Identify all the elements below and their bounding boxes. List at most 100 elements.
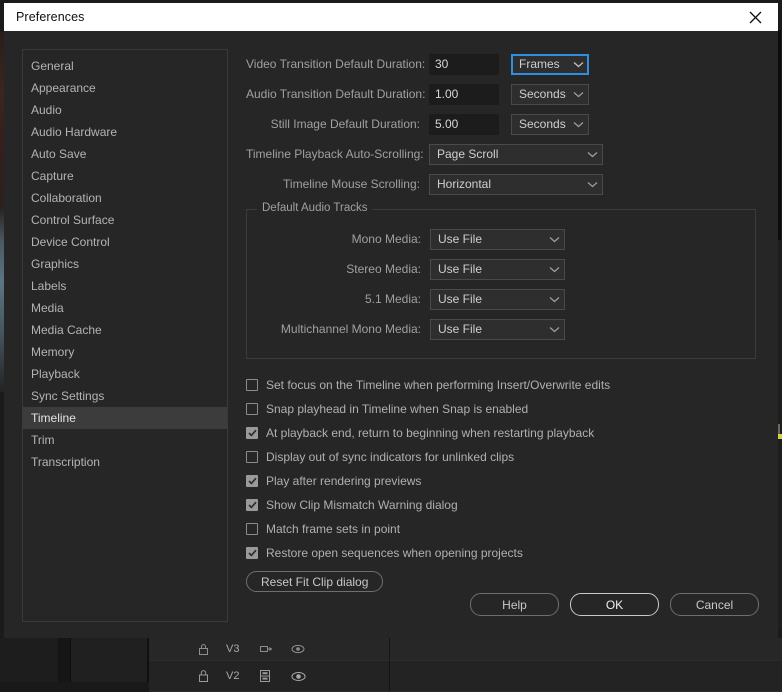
checkbox-row-snap-playhead[interactable]: Snap playhead in Timeline when Snap is e…: [246, 397, 760, 421]
audio-transition-duration-input[interactable]: [429, 83, 499, 105]
still-image-duration-unit-select[interactable]: Seconds: [511, 113, 589, 135]
stereo-media-value: Use File: [438, 262, 483, 276]
checkbox-label: At playback end, return to beginning whe…: [266, 426, 595, 440]
chevron-down-icon: [544, 266, 564, 273]
dialog-titlebar: Preferences: [4, 3, 778, 31]
sidebar-item-timeline[interactable]: Timeline: [23, 407, 227, 429]
timeline-mouse-scrolling-label: Timeline Mouse Scrolling:: [283, 177, 420, 191]
track-name-label: V2: [226, 670, 240, 682]
surround-media-select[interactable]: Use File: [430, 288, 565, 310]
checkbox-icon[interactable]: [246, 379, 258, 391]
checkbox-row-set-focus-timeline[interactable]: Set focus on the Timeline when performin…: [246, 373, 760, 397]
eye-icon[interactable]: [291, 644, 305, 654]
timeline-column-divider: [389, 661, 390, 691]
timeline-tools-column: [71, 638, 149, 682]
sidebar-item-capture[interactable]: Capture: [23, 165, 227, 187]
timeline-playback-autoscroll-label: Timeline Playback Auto-Scrolling:: [246, 147, 424, 161]
sidebar-item-media-cache[interactable]: Media Cache: [23, 319, 227, 341]
timeline-left-column: [0, 638, 59, 682]
video-transition-duration-input[interactable]: [429, 53, 499, 75]
timeline-mouse-scrolling-select[interactable]: Horizontal: [429, 173, 603, 195]
lock-icon[interactable]: [199, 670, 208, 682]
sidebar-item-collaboration[interactable]: Collaboration: [23, 187, 227, 209]
chevron-down-icon: [544, 326, 564, 333]
sync-lock-icon[interactable]: [260, 644, 273, 655]
sidebar-item-transcription[interactable]: Transcription: [23, 451, 227, 473]
close-button[interactable]: [732, 3, 778, 31]
mono-media-value: Use File: [438, 232, 483, 246]
timeline-track-area: V3 V2: [149, 638, 782, 692]
multichannel-mono-media-select[interactable]: Use File: [430, 318, 565, 340]
stereo-media-select[interactable]: Use File: [430, 258, 565, 280]
sync-lock-icon[interactable]: [260, 670, 273, 682]
sidebar-item-device-control[interactable]: Device Control: [23, 231, 227, 253]
default-audio-tracks-legend: Default Audio Tracks: [257, 202, 373, 214]
sidebar-item-graphics[interactable]: Graphics: [23, 253, 227, 275]
checkbox-row-playback-end-return[interactable]: At playback end, return to beginning whe…: [246, 421, 760, 445]
checkbox-icon[interactable]: [246, 523, 258, 535]
sidebar-item-appearance[interactable]: Appearance: [23, 77, 227, 99]
sidebar-item-media[interactable]: Media: [23, 297, 227, 319]
surround-media-label: 5.1 Media:: [364, 292, 421, 306]
preferences-dialog: Preferences General Appearance Audio Aud…: [4, 3, 778, 638]
sidebar-item-playback[interactable]: Playback: [23, 363, 227, 385]
mono-media-select[interactable]: Use File: [430, 228, 565, 250]
audio-transition-duration-unit-select[interactable]: Seconds: [511, 83, 589, 105]
help-button[interactable]: Help: [470, 593, 559, 616]
timeline-settings-panel: Video Transition Default Duration: Frame…: [228, 49, 760, 638]
ok-button[interactable]: OK: [570, 593, 659, 616]
sidebar-item-general[interactable]: General: [23, 55, 227, 77]
still-image-duration-unit-value: Seconds: [519, 117, 566, 131]
sidebar-item-auto-save[interactable]: Auto Save: [23, 143, 227, 165]
sidebar-item-memory[interactable]: Memory: [23, 341, 227, 363]
checkbox-row-out-of-sync-indicators[interactable]: Display out of sync indicators for unlin…: [246, 445, 760, 469]
timeline-mouse-scrolling-value: Horizontal: [437, 177, 492, 191]
reset-fit-clip-dialog-button[interactable]: Reset Fit Clip dialog: [246, 571, 384, 592]
checkbox-label: Restore open sequences when opening proj…: [266, 546, 523, 560]
still-image-duration-input[interactable]: [429, 113, 499, 135]
checkbox-icon[interactable]: [246, 427, 258, 439]
checkbox-row-restore-open-sequences[interactable]: Restore open sequences when opening proj…: [246, 541, 760, 565]
timeline-playback-autoscroll-select[interactable]: Page Scroll: [429, 143, 603, 165]
chevron-down-icon: [582, 181, 602, 188]
checkbox-row-play-after-rendering[interactable]: Play after rendering previews: [246, 469, 760, 493]
timeline-playback-autoscroll-value: Page Scroll: [437, 147, 499, 161]
sidebar-item-labels[interactable]: Labels: [23, 275, 227, 297]
checkbox-icon[interactable]: [246, 451, 258, 463]
timeline-column-divider: [389, 638, 390, 660]
dialog-body: General Appearance Audio Audio Hardware …: [4, 31, 778, 638]
timeline-options-checkbox-list: Set focus on the Timeline when performin…: [246, 373, 760, 592]
mono-media-label: Mono Media:: [351, 232, 421, 246]
video-transition-duration-unit-select[interactable]: Frames: [511, 53, 589, 75]
still-image-duration-label: Still Image Default Duration:: [270, 117, 420, 131]
checkbox-label: Display out of sync indicators for unlin…: [266, 450, 515, 464]
timeline-mouse-scrolling-row: Timeline Mouse Scrolling: Horizontal: [246, 169, 760, 199]
chevron-down-icon: [544, 236, 564, 243]
checkbox-row-clip-mismatch-warning[interactable]: Show Clip Mismatch Warning dialog: [246, 493, 760, 517]
eye-icon[interactable]: [291, 671, 306, 682]
sidebar-item-audio-hardware[interactable]: Audio Hardware: [23, 121, 227, 143]
sidebar-item-trim[interactable]: Trim: [23, 429, 227, 451]
checkbox-icon[interactable]: [246, 499, 258, 511]
track-name-label: V3: [226, 643, 240, 655]
lock-icon[interactable]: [199, 643, 208, 655]
timeline-playback-autoscroll-row: Timeline Playback Auto-Scrolling: Page S…: [246, 139, 760, 169]
timeline-track-row[interactable]: V2: [149, 661, 782, 692]
chevron-down-icon: [544, 296, 564, 303]
sidebar-item-control-surface[interactable]: Control Surface: [23, 209, 227, 231]
checkbox-icon[interactable]: [246, 547, 258, 559]
stereo-media-row: Stereo Media: Use File: [247, 254, 755, 284]
checkbox-row-match-frame-sets-in-point[interactable]: Match frame sets in point: [246, 517, 760, 541]
timeline-track-row[interactable]: V3: [149, 638, 782, 661]
cancel-button[interactable]: Cancel: [670, 593, 759, 616]
checkbox-icon[interactable]: [246, 403, 258, 415]
timeline-gap-column: [59, 638, 71, 682]
sidebar-item-sync-settings[interactable]: Sync Settings: [23, 385, 227, 407]
mono-media-row: Mono Media: Use File: [247, 224, 755, 254]
checkbox-label: Set focus on the Timeline when performin…: [266, 378, 611, 392]
surround-media-value: Use File: [438, 292, 483, 306]
checkbox-icon[interactable]: [246, 475, 258, 487]
checkbox-label: Match frame sets in point: [266, 522, 401, 536]
sidebar-item-audio[interactable]: Audio: [23, 99, 227, 121]
preferences-category-list[interactable]: General Appearance Audio Audio Hardware …: [22, 49, 228, 622]
